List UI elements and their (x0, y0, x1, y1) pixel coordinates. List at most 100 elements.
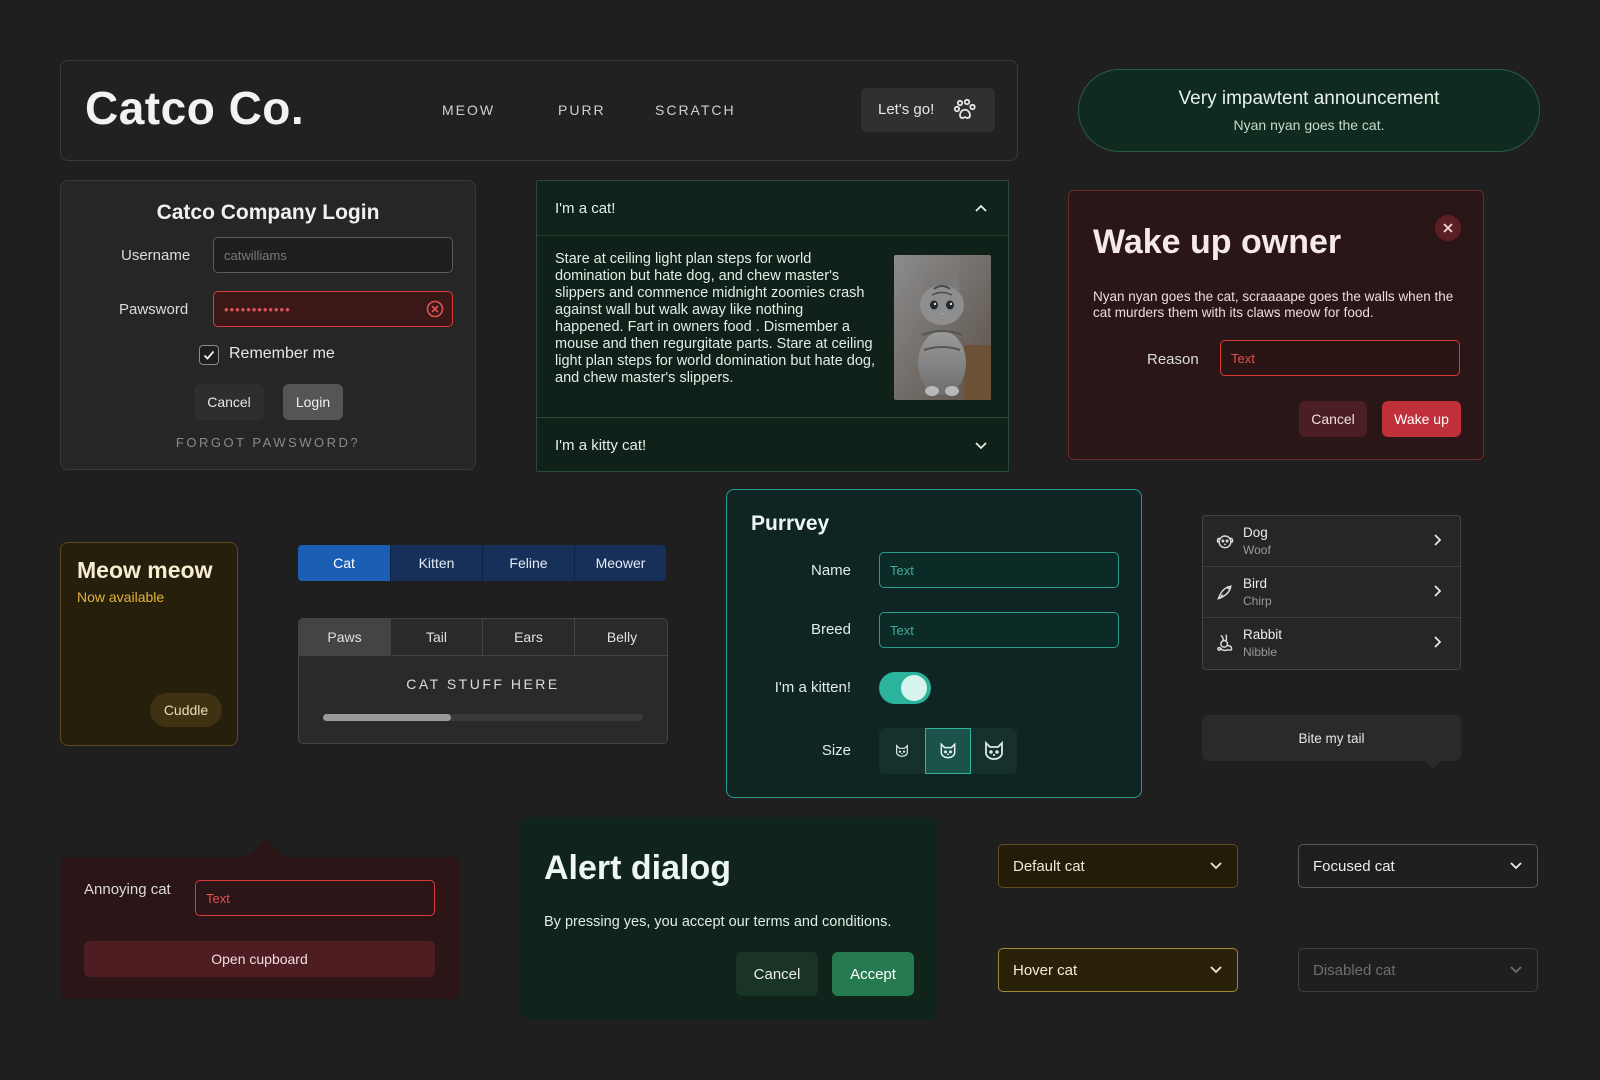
cat-medium-icon (940, 742, 956, 759)
accordion-title: I'm a kitty cat! (555, 436, 647, 454)
size-small-option[interactable] (879, 728, 925, 774)
segment-feline[interactable]: Feline (482, 545, 574, 581)
select-value: Disabled cat (1313, 961, 1396, 979)
wake-dialog-description: Nyan nyan goes the cat, scraaaape goes t… (1093, 289, 1454, 320)
list-item-title: Rabbit (1243, 627, 1283, 642)
wake-cancel-button[interactable]: Cancel (1299, 401, 1367, 437)
list-item-subtitle: Nibble (1243, 645, 1278, 659)
tab-paws[interactable]: Paws (299, 619, 391, 656)
focused-select[interactable]: Focused cat (1298, 844, 1538, 888)
reason-label: Reason (1147, 351, 1199, 368)
username-input[interactable]: catwilliams (213, 237, 453, 273)
accordion-body: Stare at ceiling light plan steps for wo… (555, 251, 876, 386)
error-clear-icon[interactable] (426, 300, 444, 318)
accordion-header-cat[interactable]: I'm a cat! (537, 181, 1008, 236)
wake-up-button[interactable]: Wake up (1382, 401, 1461, 437)
list-item-subtitle: Woof (1243, 543, 1271, 557)
toggle-knob (901, 675, 927, 701)
site-header: Catco Co. MEOW PURR SCRATCH Let's go! (60, 60, 1018, 161)
tabs-panel: Paws Tail Ears Belly CAT STUFF HERE (298, 618, 668, 744)
purrvey-title: Purrvey (751, 512, 830, 535)
alert-accept-button[interactable]: Accept (832, 952, 914, 996)
breed-input[interactable]: Text (879, 612, 1119, 648)
nav-link-scratch[interactable]: SCRATCH (655, 102, 736, 118)
purrvey-form: Purrvey Name Text Breed Text I'm a kitte… (726, 489, 1142, 798)
default-select[interactable]: Default cat (998, 844, 1238, 888)
remember-label: Remember me (229, 345, 335, 362)
nav-link-meow[interactable]: MEOW (442, 102, 495, 118)
list-item-subtitle: Chirp (1243, 594, 1272, 608)
wake-up-dialog: Wake up owner Nyan nyan goes the cat, sc… (1068, 190, 1484, 460)
open-cupboard-button[interactable]: Open cupboard (84, 941, 435, 977)
popover: Annoying cat Text Open cupboard (60, 857, 460, 999)
name-input[interactable]: Text (879, 552, 1119, 588)
breed-label: Breed (810, 621, 851, 638)
paw-icon (953, 98, 977, 122)
list-item-bird[interactable]: Bird Chirp (1203, 567, 1460, 618)
nav-link-purr[interactable]: PURR (558, 102, 606, 118)
progress-bar (323, 714, 643, 721)
cat-large-icon (985, 740, 1003, 760)
password-input[interactable]: •••••••••••• (213, 291, 453, 327)
alert-cancel-button[interactable]: Cancel (736, 952, 818, 996)
size-label: Size (821, 742, 851, 759)
segment-meower[interactable]: Meower (574, 545, 666, 581)
tab-belly[interactable]: Belly (575, 619, 667, 656)
list-item-title: Bird (1243, 576, 1268, 591)
chevron-down-icon (1209, 859, 1223, 873)
login-submit-button[interactable]: Login (283, 384, 343, 420)
kitten-toggle[interactable] (879, 672, 931, 704)
announcement-subtitle: Nyan nyan goes the cat. (1233, 117, 1385, 133)
lets-go-button[interactable]: Let's go! (861, 88, 995, 132)
password-value: •••••••••••• (224, 301, 291, 317)
dog-icon (1215, 531, 1235, 551)
alert-description: By pressing yes, you accept our terms an… (544, 914, 892, 930)
forgot-password-link[interactable]: FORGOT PAWSWORD? (61, 435, 475, 450)
chevron-down-icon (974, 439, 988, 453)
alert-title: Alert dialog (544, 849, 732, 887)
announcement-banner: Very impawtent announcement Nyan nyan go… (1078, 69, 1540, 152)
tab-ears[interactable]: Ears (483, 619, 575, 656)
username-label: Username (121, 247, 191, 264)
list-item-dog[interactable]: Dog Woof (1203, 516, 1460, 567)
hover-select[interactable]: Hover cat (998, 948, 1238, 992)
segment-kitten[interactable]: Kitten (390, 545, 482, 581)
select-value: Hover cat (1013, 961, 1078, 979)
list-item-rabbit[interactable]: Rabbit Nibble (1203, 618, 1460, 669)
progress-fill (323, 714, 451, 721)
login-cancel-button[interactable]: Cancel (194, 384, 264, 420)
tab-tail[interactable]: Tail (391, 619, 483, 656)
popover-arrow (248, 839, 284, 857)
annoying-cat-input[interactable]: Text (195, 880, 435, 916)
annoying-cat-label: Annoying cat (84, 881, 171, 898)
reason-input[interactable]: Text (1220, 340, 1460, 376)
promo-title: Meow meow (77, 557, 213, 583)
accordion-header-kitty-cat[interactable]: I'm a kitty cat! (537, 417, 1008, 472)
accordion-title: I'm a cat! (555, 199, 616, 217)
tooltip-arrow (1423, 759, 1443, 769)
remember-checkbox[interactable] (199, 345, 219, 365)
tooltip: Bite my tail (1202, 715, 1461, 761)
select-value: Focused cat (1313, 857, 1395, 875)
kitten-label: I'm a kitten! (774, 679, 851, 696)
rabbit-icon (1215, 633, 1235, 653)
login-title: Catco Company Login (156, 201, 380, 224)
size-large-option[interactable] (971, 728, 1017, 774)
cuddle-button[interactable]: Cuddle (150, 693, 222, 727)
logo: Catco Co. (85, 82, 305, 134)
animal-list: Dog Woof Bird Chirp Rabbit Nibble (1202, 515, 1461, 670)
tab-content: CAT STUFF HERE (406, 676, 560, 692)
size-medium-option[interactable] (925, 728, 971, 774)
chevron-right-icon (1430, 533, 1444, 547)
chevron-down-icon (1209, 963, 1223, 977)
login-card: Catco Company Login Username catwilliams… (60, 180, 476, 470)
segment-cat[interactable]: Cat (298, 545, 390, 581)
close-icon (1443, 223, 1453, 233)
chevron-up-icon (974, 201, 988, 215)
close-button[interactable] (1435, 215, 1461, 241)
chevron-down-icon (1509, 963, 1523, 977)
check-icon (203, 350, 215, 360)
chevron-right-icon (1430, 584, 1444, 598)
list-item-title: Dog (1243, 525, 1268, 540)
select-value: Default cat (1013, 857, 1085, 875)
